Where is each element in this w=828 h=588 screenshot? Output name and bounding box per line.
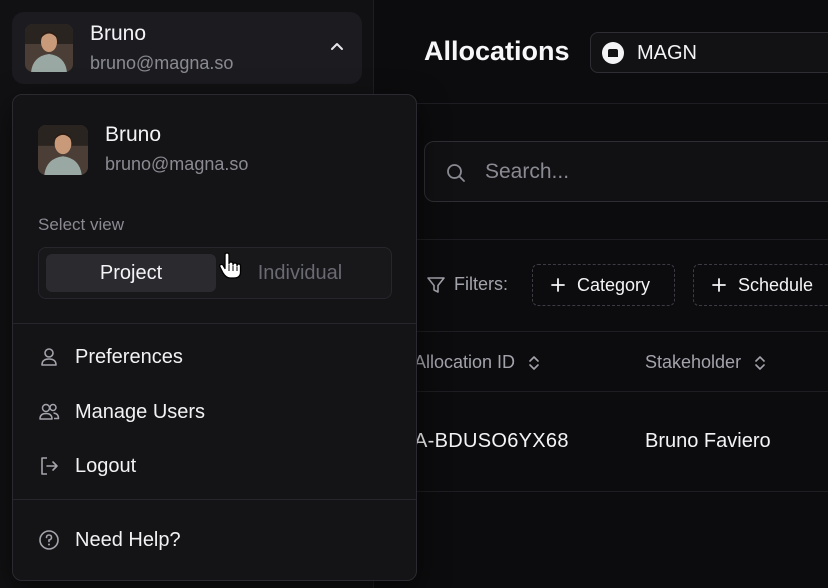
menu-item-label: Preferences — [75, 345, 183, 368]
table-header: Allocation ID Stakeholder — [374, 332, 828, 392]
cell-stakeholder: Bruno Faviero — [645, 430, 771, 452]
table-row[interactable]: A-BDUSO6YX68 Bruno Faviero — [374, 392, 828, 492]
chevron-up-icon — [331, 43, 343, 50]
help-circle-icon — [39, 530, 59, 550]
filter-icon — [427, 277, 445, 293]
menu-divider — [13, 323, 416, 324]
menu-divider — [13, 499, 416, 500]
view-toggle: Project Individual — [38, 247, 392, 299]
user-name: Bruno — [90, 22, 147, 45]
project-logo-icon — [602, 42, 624, 64]
filter-chip-schedule[interactable]: Schedule — [693, 264, 828, 306]
menu-user-name: Bruno — [105, 123, 162, 146]
cell-allocation-id: A-BDUSO6YX68 — [414, 430, 569, 452]
menu-item-logout[interactable]: Logout — [38, 446, 394, 486]
project-selector[interactable]: MAGN — [590, 32, 828, 73]
filters-bar: Filters: Category Schedule — [374, 240, 828, 332]
menu-user-email: bruno@magna.so — [105, 154, 249, 174]
plus-icon — [712, 278, 726, 292]
search-box[interactable] — [424, 141, 828, 202]
search-section — [374, 104, 828, 240]
page-header: Allocations MAGN — [374, 0, 828, 104]
plus-icon — [551, 278, 565, 292]
menu-item-label: Manage Users — [75, 400, 206, 423]
filter-chip-label: Category — [577, 274, 651, 295]
app: Bruno bruno@magna.so Allocations MAGN Se… — [0, 0, 828, 588]
sort-icon — [529, 355, 539, 370]
avatar — [25, 24, 73, 72]
main-content: Allocations MAGN Filters: — [374, 0, 828, 588]
user-dropdown-menu: Bruno bruno@magna.so Select view Project… — [12, 94, 417, 581]
user-menu-trigger[interactable]: Bruno bruno@magna.so — [12, 12, 362, 84]
filter-chip-category[interactable]: Category — [532, 264, 675, 306]
logout-icon — [41, 457, 58, 475]
search-icon — [447, 164, 465, 182]
column-label: Stakeholder — [645, 352, 742, 372]
menu-item-preferences[interactable]: Preferences — [38, 337, 394, 377]
avatar — [38, 125, 88, 175]
filter-chip-label: Schedule — [738, 274, 814, 295]
select-view-label: Select view — [38, 215, 124, 234]
column-header-stakeholder[interactable]: Stakeholder — [645, 352, 767, 373]
column-header-allocation-id[interactable]: Allocation ID — [414, 352, 541, 373]
view-option-project[interactable]: Project — [46, 254, 216, 292]
search-input[interactable] — [485, 157, 815, 187]
users-icon — [39, 403, 60, 420]
project-name: MAGN — [637, 42, 697, 64]
menu-item-label: Logout — [75, 454, 137, 477]
user-icon — [41, 348, 57, 366]
user-email: bruno@magna.so — [90, 53, 234, 73]
filters-label: Filters: — [454, 274, 508, 294]
column-label: Allocation ID — [414, 352, 516, 372]
menu-item-label: Need Help? — [75, 528, 181, 551]
sort-icon — [755, 355, 765, 370]
menu-item-manage-users[interactable]: Manage Users — [38, 392, 394, 432]
menu-item-need-help[interactable]: Need Help? — [38, 520, 394, 560]
pointer-cursor-icon — [219, 252, 242, 279]
page-title: Allocations — [424, 36, 570, 66]
